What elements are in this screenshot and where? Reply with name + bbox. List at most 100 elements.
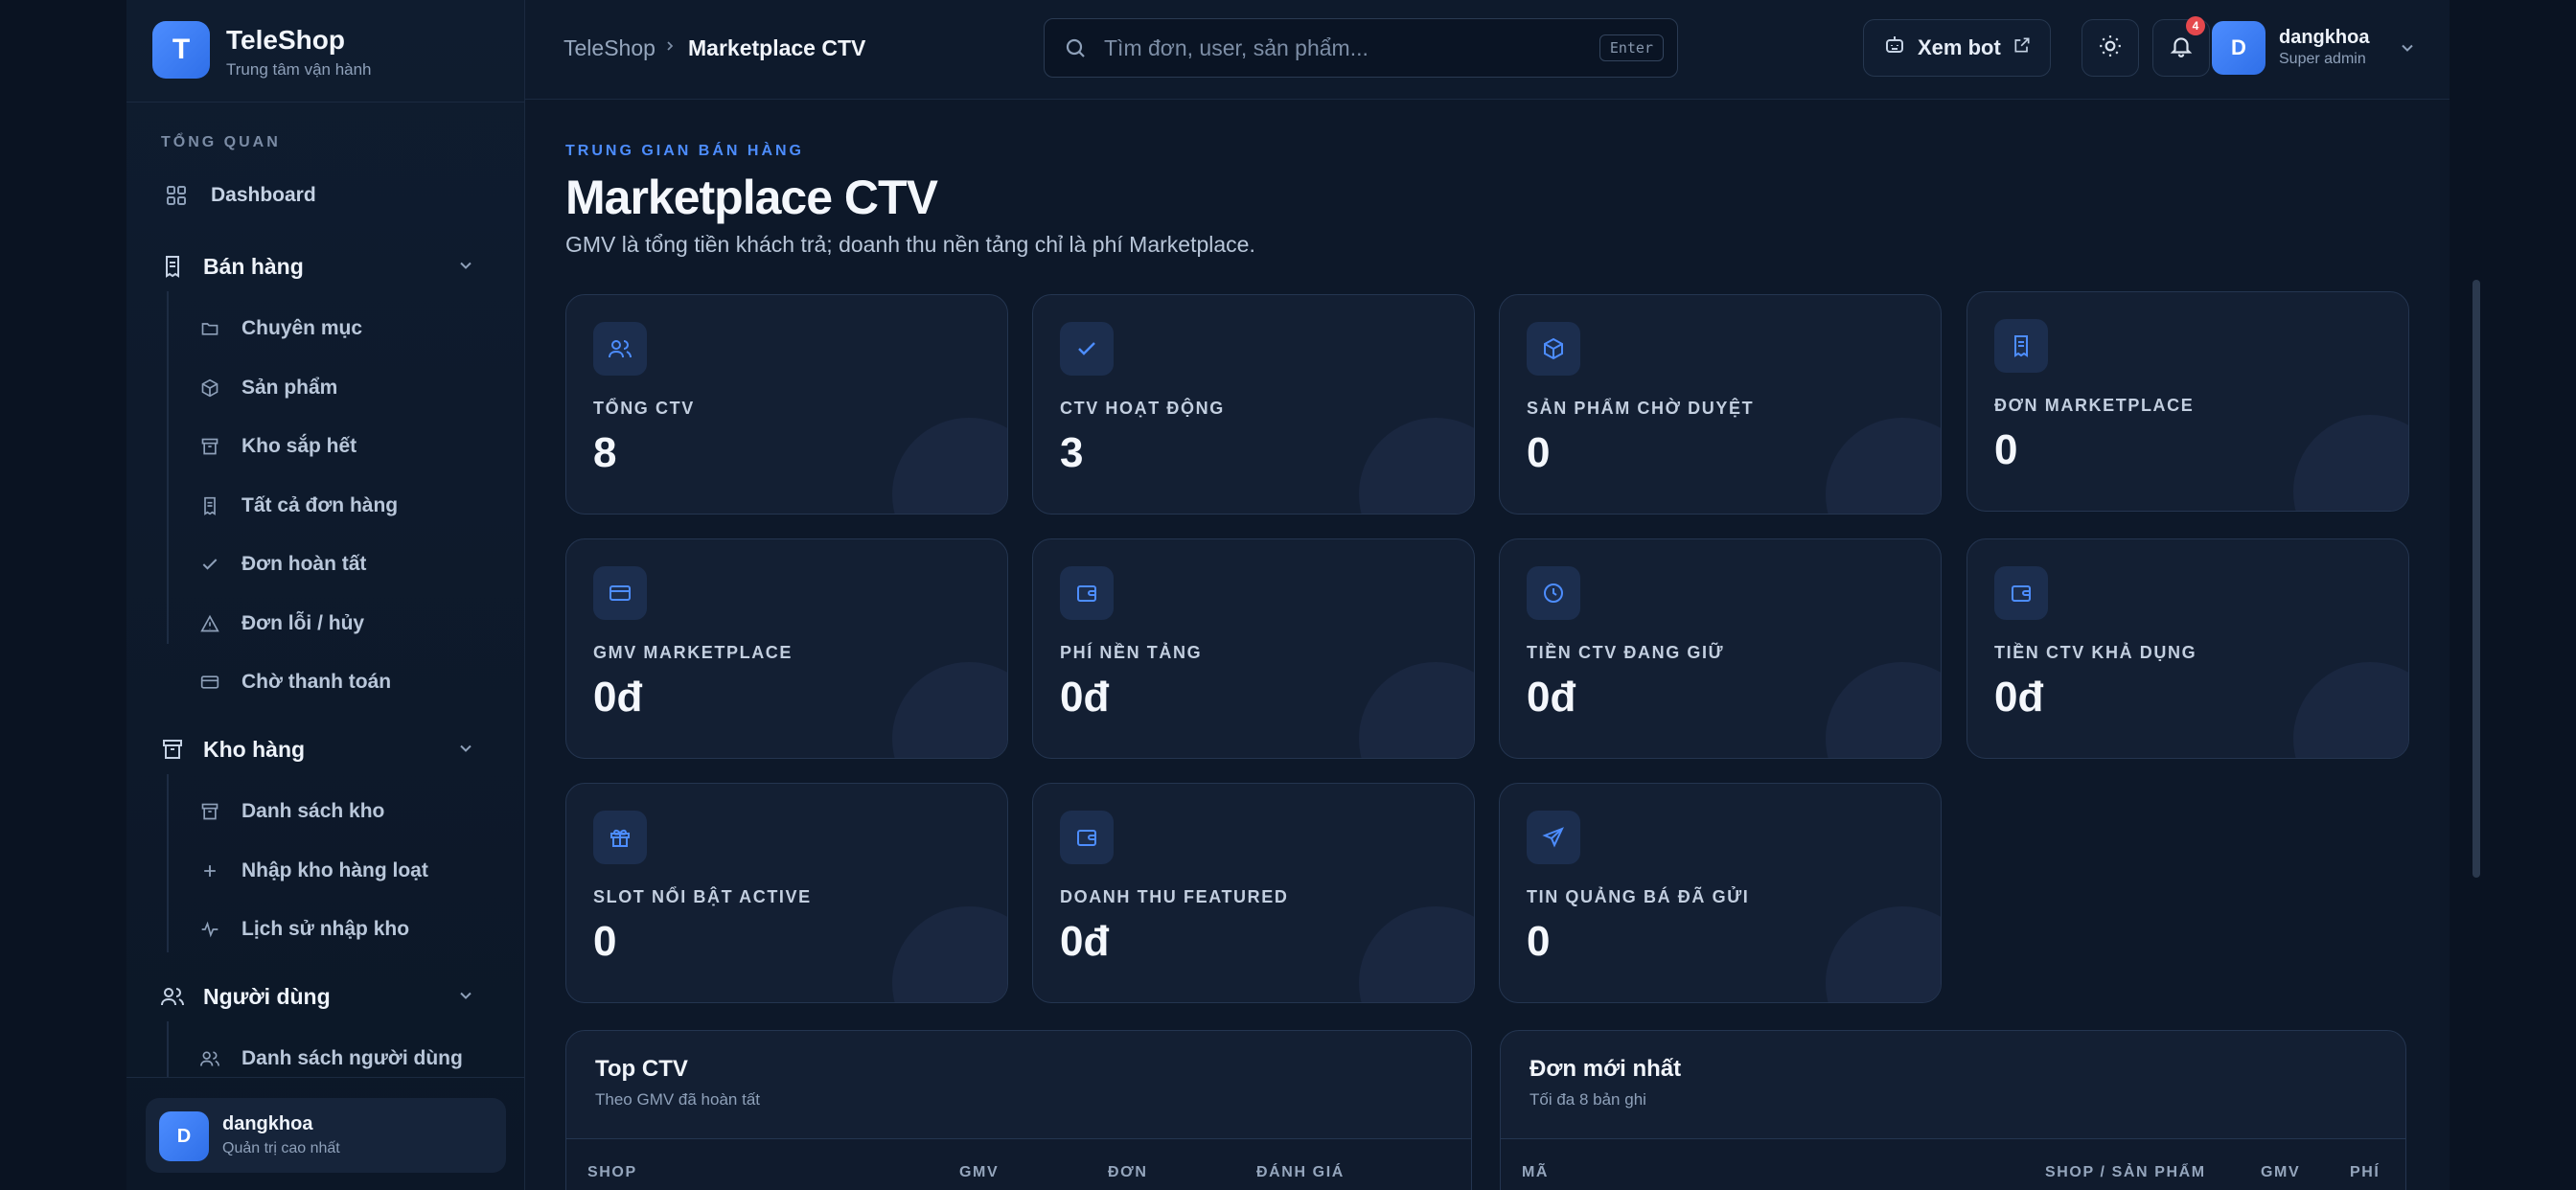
panel-title: Top CTV [595, 1056, 688, 1082]
card-decoration [892, 418, 1007, 514]
sidebar-item-label: Chờ thanh toán [242, 671, 392, 693]
bot-icon [1883, 34, 1906, 62]
brand[interactable]: T TeleShop Trung tâm vận hành [126, 0, 525, 103]
sidebar-item-bulk-import[interactable]: Nhập kho hàng loạt [184, 846, 510, 896]
sidebar-user-card[interactable]: D dangkhoa Quản trị cao nhất [146, 1098, 506, 1173]
column-header[interactable]: MÃ [1522, 1164, 1549, 1181]
search-input[interactable]: Tìm đơn, user, sản phẩm... Enter [1044, 18, 1678, 78]
notification-badge: 4 [2186, 16, 2205, 35]
sidebar-item-label: Danh sách người dùng [242, 1047, 463, 1069]
warning-icon [197, 611, 222, 636]
sub-line [167, 774, 169, 952]
stat-value: 8 [593, 429, 617, 476]
column-header[interactable]: ĐƠN [1108, 1164, 1148, 1181]
sidebar-item-label: Danh sách kho [242, 800, 385, 822]
stat-card-ctv-held: TIỀN CTV ĐANG GIỮ 0đ [1499, 538, 1942, 759]
sidebar-item-label: Kho sắp hết [242, 435, 357, 457]
table-header: MÃ SHOP / SẢN PHẨM GMV PHÍ [1501, 1138, 2405, 1190]
sidebar-item-completed-orders[interactable]: Đơn hoàn tất [184, 539, 510, 589]
card-decoration [892, 662, 1007, 758]
sidebar-item-dashboard[interactable]: Dashboard [153, 171, 508, 220]
card-decoration [1359, 906, 1474, 1002]
stat-value: 0 [1994, 426, 2018, 473]
card-decoration [892, 906, 1007, 1002]
view-bot-label: Xem bot [1918, 35, 2001, 59]
folder-icon [197, 316, 222, 341]
column-header[interactable]: GMV [959, 1164, 999, 1181]
page-eyebrow: TRUNG GIAN BÁN HÀNG [565, 143, 804, 159]
breadcrumb-current: Marketplace CTV [688, 35, 866, 60]
sidebar-item-import-history[interactable]: Lịch sử nhập kho [184, 904, 510, 954]
sidebar-item-warehouse-list[interactable]: Danh sách kho [184, 787, 510, 836]
card-decoration [2293, 415, 2408, 511]
panel-title: Đơn mới nhất [1530, 1056, 1682, 1082]
user-name: dangkhoa [2279, 27, 2370, 48]
sidebar: T TeleShop Trung tâm vận hành TỔNG QUAN … [126, 0, 525, 1190]
brand-subtitle: Trung tâm vận hành [226, 60, 372, 79]
column-header[interactable]: ĐÁNH GIÁ [1256, 1164, 1345, 1181]
external-link-icon [2012, 35, 2032, 60]
brand-logo: T [152, 21, 210, 79]
stat-value: 0đ [1527, 674, 1576, 721]
sidebar-item-products[interactable]: Sản phẩm [184, 363, 510, 413]
sidebar-item-categories[interactable]: Chuyên mục [184, 304, 510, 354]
user-menu[interactable]: D dangkhoa Super admin [2212, 19, 2423, 77]
card-decoration [2293, 662, 2408, 758]
column-header[interactable]: PHÍ [2350, 1164, 2380, 1181]
sidebar-item-low-stock[interactable]: Kho sắp hết [184, 422, 510, 471]
stat-value: 0 [593, 918, 617, 965]
panel-subtitle: Tối đa 8 bản ghi [1530, 1090, 1646, 1109]
topbar: TeleShop Marketplace CTV Tìm đơn, user, … [525, 0, 2450, 100]
sidebar-item-label: Nhập kho hàng loạt [242, 859, 428, 881]
sidebar-item-pending-payment[interactable]: Chờ thanh toán [184, 657, 510, 707]
grid-icon [163, 182, 190, 209]
stat-value: 0đ [1060, 918, 1110, 965]
card-decoration [1359, 662, 1474, 758]
stat-value: 0 [1527, 918, 1551, 965]
notifications-button[interactable]: 4 [2152, 16, 2210, 77]
breadcrumb-home[interactable]: TeleShop [564, 35, 656, 61]
users-icon [197, 1046, 222, 1071]
sidebar-group-users[interactable]: Người dùng [153, 972, 508, 1021]
archive-icon [197, 434, 222, 459]
column-header[interactable]: SHOP [587, 1164, 637, 1181]
theme-toggle-button[interactable] [2082, 19, 2139, 77]
receipt-icon [1994, 319, 2048, 373]
check-icon [1060, 322, 1114, 376]
stat-label: GMV MARKETPLACE [593, 643, 793, 662]
box-icon [197, 376, 222, 400]
stat-card-featured-revenue: DOANH THU FEATURED 0đ [1032, 783, 1475, 1003]
search-placeholder: Tìm đơn, user, sản phẩm... [1104, 35, 1368, 60]
column-header[interactable]: SHOP / SẢN PHẨM [2045, 1164, 2206, 1181]
sidebar-item-failed-orders[interactable]: Đơn lỗi / hủy [184, 599, 510, 649]
stat-card-pending-products: SẢN PHẨM CHỜ DUYỆT 0 [1499, 294, 1942, 515]
sidebar-item-label: Lịch sử nhập kho [242, 918, 410, 940]
sidebar-group-warehouse[interactable]: Kho hàng [153, 724, 508, 774]
stat-card-gmv: GMV MARKETPLACE 0đ [565, 538, 1008, 759]
sidebar-group-sales[interactable]: Bán hàng [153, 241, 508, 291]
sidebar-user-name: dangkhoa [222, 1113, 313, 1134]
sidebar-item-all-orders[interactable]: Tất cả đơn hàng [184, 481, 510, 531]
page-scrollbar[interactable] [2472, 280, 2480, 878]
card-icon [197, 670, 222, 695]
column-header[interactable]: GMV [2261, 1164, 2300, 1181]
sun-icon [2098, 34, 2123, 63]
app-shell: T TeleShop Trung tâm vận hành TỔNG QUAN … [126, 0, 2450, 1190]
gift-icon [593, 811, 647, 864]
send-icon [1527, 811, 1580, 864]
view-bot-button[interactable]: Xem bot [1863, 19, 2051, 77]
stat-label: TIỀN CTV ĐANG GIỮ [1527, 643, 1725, 662]
page-title: Marketplace CTV [565, 171, 938, 224]
card-decoration [1359, 418, 1474, 514]
chevron-down-icon [2398, 38, 2417, 62]
chevron-down-icon [456, 985, 475, 1011]
table-header: SHOP GMV ĐƠN ĐÁNH GIÁ [566, 1138, 1471, 1190]
box-icon [1527, 322, 1580, 376]
sidebar-nav: TỔNG QUAN Dashboard Bán hàng Chuyên mục … [126, 103, 525, 1077]
stat-label: TIN QUẢNG BÁ ĐÃ GỬI [1527, 887, 1750, 906]
receipt-icon [159, 253, 186, 280]
stat-label: DOANH THU FEATURED [1060, 887, 1289, 906]
section-title-overview: TỔNG QUAN [161, 134, 281, 150]
top-ctv-panel: Top CTV Theo GMV đã hoàn tất SHOP GMV ĐƠ… [565, 1030, 1472, 1190]
sidebar-item-user-list[interactable]: Danh sách người dùng [184, 1034, 510, 1077]
